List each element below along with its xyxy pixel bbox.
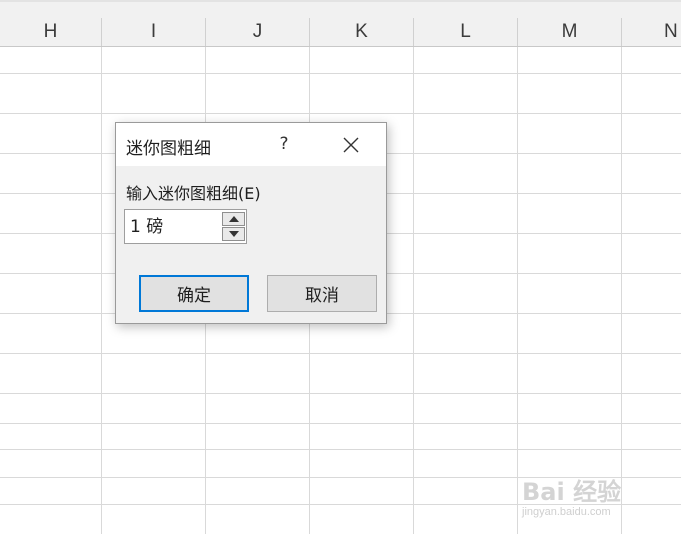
- decrement-button[interactable]: [222, 227, 245, 241]
- grid-line: [0, 449, 681, 450]
- grid-line: [517, 47, 518, 534]
- grid-line: [621, 47, 622, 534]
- column-header-i[interactable]: I: [102, 18, 206, 46]
- grid-line: [0, 353, 681, 354]
- grid-line: [0, 113, 681, 114]
- sparkline-weight-dialog: 迷你图粗细 ? 输入迷你图粗细(E) 1 磅 确定 取消: [115, 122, 387, 324]
- weight-input[interactable]: 1 磅: [130, 215, 163, 239]
- column-header-bar: H I J K L M N: [0, 0, 681, 47]
- column-header-l[interactable]: L: [414, 18, 518, 46]
- watermark-url: jingyan.baidu.com: [522, 506, 611, 518]
- grid-line: [0, 73, 681, 74]
- baidu-jingyan-watermark: Bai 经验 jingyan.baidu.com: [522, 470, 672, 525]
- ok-button[interactable]: 确定: [139, 275, 249, 312]
- column-header-m[interactable]: M: [518, 18, 622, 46]
- grid-line: [101, 47, 102, 534]
- increment-button[interactable]: [222, 212, 245, 226]
- close-icon[interactable]: [341, 135, 361, 155]
- ribbon-edge: [0, 0, 681, 2]
- column-header-h[interactable]: H: [0, 18, 102, 46]
- dialog-titlebar[interactable]: 迷你图粗细 ?: [116, 123, 386, 166]
- column-header-j[interactable]: J: [206, 18, 310, 46]
- column-header-n[interactable]: N: [622, 18, 681, 46]
- weight-field-label: 输入迷你图粗细(E): [126, 184, 261, 203]
- watermark-logo: Bai 经验: [522, 478, 622, 506]
- arrow-up-icon: [228, 216, 239, 222]
- grid-line: [413, 47, 414, 534]
- dialog-title: 迷你图粗细: [126, 139, 211, 159]
- arrow-down-icon: [228, 231, 239, 237]
- grid-line: [0, 393, 681, 394]
- help-icon[interactable]: ?: [275, 133, 293, 155]
- grid-line: [0, 423, 681, 424]
- weight-spinner[interactable]: 1 磅: [124, 209, 247, 244]
- cancel-button[interactable]: 取消: [267, 275, 377, 312]
- column-header-k[interactable]: K: [310, 18, 414, 46]
